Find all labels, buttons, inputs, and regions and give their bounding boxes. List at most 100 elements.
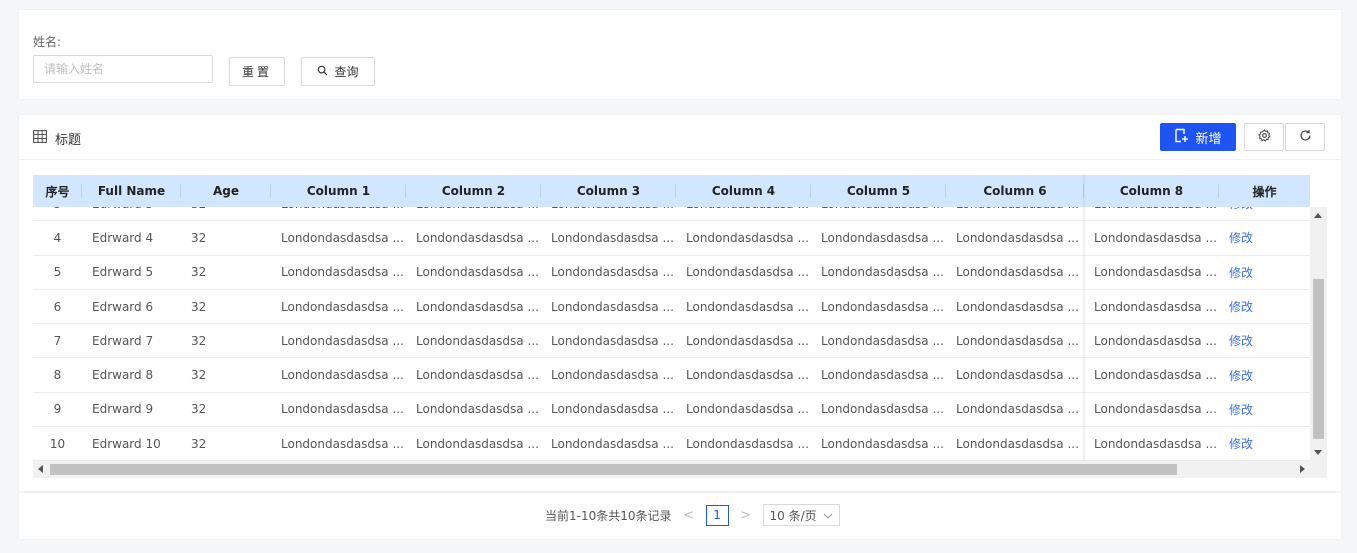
edit-link[interactable]: 修改 [1219, 332, 1310, 349]
row-cell: Londondasdasdsa ... [686, 265, 809, 280]
row-cell: Londondasdasdsa ... [686, 368, 809, 383]
row-cell: Londondasdasdsa ... [686, 436, 809, 451]
horizontal-scrollbar[interactable] [33, 461, 1327, 478]
edit-link[interactable]: 修改 [1219, 229, 1310, 246]
row-cell: Londondasdasdsa ... [821, 333, 944, 348]
column-header-age[interactable]: Age [181, 175, 271, 207]
row-cell: Londondasdasdsa ... [416, 299, 539, 314]
row-cell: Londondasdasdsa ... [821, 230, 944, 245]
row-age: 32 [181, 207, 271, 211]
scroll-right-icon[interactable] [1300, 465, 1305, 473]
add-button[interactable]: 新增 [1160, 123, 1236, 151]
scroll-down-icon[interactable] [1314, 450, 1322, 455]
table-row: 8 Edrward 8 32 Londondasdasdsa ... Londondas… [33, 358, 1310, 393]
settings-button[interactable] [1244, 123, 1284, 151]
vertical-scrollbar[interactable] [1310, 207, 1327, 461]
row-cell: Londondasdasdsa ... [1094, 368, 1217, 383]
row-cell: Londondasdasdsa ... [956, 402, 1079, 417]
edit-link[interactable]: 修改 [1219, 367, 1310, 384]
page-1-button[interactable]: 1 [705, 504, 729, 526]
row-cell: Londondasdasdsa ... [281, 299, 404, 314]
row-cell: Londondasdasdsa ... [541, 207, 676, 211]
pagination: 当前1-10条共10条记录 < 1 > 10 条/页 [545, 504, 840, 526]
row-age: 32 [191, 333, 207, 348]
query-button-label: 查询 [334, 65, 359, 79]
row-cell: Londondasdasdsa ... [551, 436, 674, 451]
column-header-index[interactable]: 序号 [33, 175, 82, 207]
column-header-column-8[interactable]: Column 8 [1084, 175, 1219, 207]
row-cell: Londondasdasdsa ... [956, 436, 1079, 451]
horizontal-scroll-thumb[interactable] [50, 464, 1177, 475]
vertical-scroll-thumb[interactable] [1313, 279, 1324, 439]
row-cell: Londondasdasdsa ... [281, 402, 404, 417]
name-input[interactable] [33, 55, 213, 83]
row-cell: Londondasdasdsa ... [686, 299, 809, 314]
row-full-name: Edrward 5 [92, 265, 154, 280]
table-row: 6 Edrward 6 32 Londondasdasdsa ... Londondas… [33, 290, 1310, 325]
row-full-name: Edrward 10 [92, 436, 161, 451]
row-cell: Londondasdasdsa ... [1094, 402, 1217, 417]
table-row: 5 Edrward 5 32 Londondasdasdsa ... Londondas… [33, 256, 1310, 290]
row-cell: Londondasdasdsa ... [416, 368, 539, 383]
row-age: 32 [191, 436, 207, 451]
edit-link[interactable]: 修改 [1219, 298, 1310, 315]
row-cell: Londondasdasdsa ... [821, 402, 944, 417]
row-cell: Londondasdasdsa ... [281, 265, 404, 280]
column-header-full-name[interactable]: Full Name [82, 175, 181, 207]
data-table: 序号 Full Name Age Column 1 Column 2 Colum… [33, 175, 1327, 478]
reset-button[interactable]: 重置 [229, 57, 285, 86]
edit-link[interactable]: 修改 [1219, 401, 1310, 418]
row-cell: Londondasdasdsa ... [1094, 230, 1217, 245]
edit-link[interactable]: 修改 [1219, 264, 1310, 281]
table-icon [33, 130, 47, 147]
page-size-select[interactable]: 10 条/页 [762, 504, 840, 526]
row-full-name: Edrward 6 [92, 299, 154, 314]
edit-link[interactable]: 修改 [1219, 435, 1310, 452]
row-cell: Londondasdasdsa ... [416, 333, 539, 348]
table-row: 3Edrward 332Londondasdasdsa ...Londondas… [33, 207, 1310, 222]
scroll-left-icon[interactable] [38, 465, 43, 473]
add-button-label: 新增 [1195, 131, 1222, 147]
row-cell: Londondasdasdsa ... [551, 333, 674, 348]
row-age: 32 [191, 402, 207, 417]
row-cell: Londondasdasdsa ... [1094, 333, 1217, 348]
search-panel: 姓名: 重置 查询 [19, 10, 1341, 99]
row-cell: Londondasdasdsa ... [686, 402, 809, 417]
edit-link[interactable]: 修改 [1219, 207, 1310, 212]
row-cell: Londondasdasdsa ... [821, 299, 944, 314]
column-header-column-1[interactable]: Column 1 [271, 175, 406, 207]
column-header-column-4[interactable]: Column 4 [676, 175, 811, 207]
row-index: 3 [33, 207, 82, 211]
row-cell: Londondasdasdsa ... [281, 230, 404, 245]
header-divider [19, 159, 1341, 160]
row-age: 32 [191, 368, 207, 383]
column-header-column-5[interactable]: Column 5 [811, 175, 946, 207]
row-index: 9 [53, 402, 62, 417]
scroll-up-icon[interactable] [1314, 213, 1322, 218]
add-icon [1174, 128, 1189, 147]
row-cell: Londondasdasdsa ... [676, 207, 811, 211]
column-header-column-2[interactable]: Column 2 [406, 175, 541, 207]
chevron-down-icon [823, 508, 833, 522]
row-cell: Londondasdasdsa ... [686, 230, 809, 245]
refresh-button[interactable] [1285, 123, 1325, 151]
table-rows: 3Edrward 332Londondasdasdsa ...Londondas… [33, 207, 1310, 461]
column-header-actions[interactable]: 操作 [1219, 175, 1310, 207]
row-index: 6 [53, 299, 62, 314]
query-button[interactable]: 查询 [301, 57, 375, 86]
next-page-button[interactable]: > [739, 508, 753, 523]
row-cell: Londondasdasdsa ... [1084, 207, 1219, 211]
row-cell: Londondasdasdsa ... [551, 230, 674, 245]
column-header-column-3[interactable]: Column 3 [541, 175, 676, 207]
row-full-name: Edrward 8 [92, 368, 154, 383]
column-header-column-6[interactable]: Column 6 [946, 175, 1084, 207]
row-cell: Londondasdasdsa ... [956, 230, 1079, 245]
prev-page-button[interactable]: < [682, 508, 696, 523]
row-cell: Londondasdasdsa ... [956, 265, 1079, 280]
row-cell: Londondasdasdsa ... [281, 333, 404, 348]
row-cell: Londondasdasdsa ... [956, 333, 1079, 348]
row-cell: Londondasdasdsa ... [551, 368, 674, 383]
table-row: 4 Edrward 4 32 Londondasdasdsa ... Londondas… [33, 221, 1310, 256]
table-panel: 标题 新增 序号 Full Name Age Column 1 Column 2… [19, 115, 1341, 491]
table-row: 7 Edrward 7 32 Londondasdasdsa ... Londondas… [33, 324, 1310, 359]
